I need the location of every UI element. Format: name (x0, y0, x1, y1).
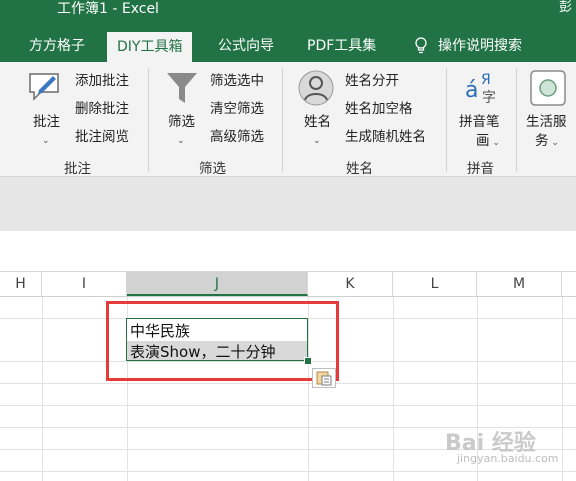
tell-me-search[interactable]: 操作说明搜索 (414, 30, 522, 62)
random-name-button[interactable]: 生成随机姓名 (345, 129, 426, 145)
ribbon: 批注 ⌄ 添加批注 删除批注 批注阅览 批注 筛选 ⌄ 筛选选中 清空筛选 高级… (0, 62, 576, 177)
lightbulb-icon (415, 37, 427, 54)
gridline (0, 383, 576, 384)
filter-button-label: 筛选 (168, 114, 195, 130)
group-divider (446, 68, 447, 172)
life-service-icon (530, 70, 566, 106)
group-label-pinyin: 拼音 (467, 161, 494, 177)
funnel-icon (167, 73, 197, 103)
name-add-space-button[interactable]: 姓名加空格 (345, 101, 413, 117)
pinyin-button-label: 拼音笔 (459, 114, 500, 130)
clear-filter-button[interactable]: 清空筛选 (210, 101, 264, 117)
formula-bar-area (0, 177, 576, 231)
chevron-down-icon: ⌄ (42, 136, 50, 146)
column-header-h[interactable]: H (0, 272, 42, 296)
delete-comment-button[interactable]: 删除批注 (75, 101, 129, 117)
group-label-name: 姓名 (346, 161, 373, 177)
filter-button[interactable]: 筛选 ⌄ (163, 70, 203, 150)
pinyin-icon: á Я 字 (465, 72, 496, 106)
pinyin-stroke-button[interactable]: á Я 字 拼音笔 画 ⌄ (456, 70, 510, 154)
window-title: 工作簿1 - Excel (57, 1, 159, 17)
person-icon (298, 70, 334, 106)
highlight-frame (106, 301, 339, 381)
paste-options-button[interactable] (312, 368, 336, 388)
gridline (0, 471, 576, 472)
gridline (42, 297, 43, 481)
tell-me-label: 操作说明搜索 (438, 38, 522, 54)
tab-fangfanggezi[interactable]: 方方格子 (29, 30, 85, 62)
add-comment-button[interactable]: 添加批注 (75, 73, 129, 89)
group-label-comment: 批注 (64, 161, 91, 177)
group-label-filter: 筛选 (199, 161, 226, 177)
filter-selected-button[interactable]: 筛选选中 (210, 73, 264, 89)
tab-formula-wizard[interactable]: 公式向导 (218, 30, 274, 62)
advanced-filter-button[interactable]: 高级筛选 (210, 129, 264, 145)
name-button-label: 姓名 (304, 114, 331, 130)
tab-diy-toolbox[interactable]: DIY工具箱 (107, 32, 193, 62)
view-comments-button[interactable]: 批注阅览 (75, 129, 129, 145)
life-service-label: 生活服 (526, 114, 567, 130)
column-header-l[interactable]: L (393, 272, 477, 296)
tab-pdf-tools[interactable]: PDF工具集 (307, 30, 376, 62)
column-headers: H I J K L M (0, 272, 576, 297)
pinyin-button-label-2: 画 ⌄ (476, 133, 500, 149)
split-name-button[interactable]: 姓名分开 (345, 73, 399, 89)
life-service-button[interactable]: 生活服 务 ⌄ (524, 70, 576, 154)
watermark-url: jingyan.baidu.com (457, 452, 559, 465)
column-header-i[interactable]: I (42, 272, 127, 296)
gridline (562, 297, 563, 481)
title-bar: 工作簿1 - Excel 彭 (0, 0, 576, 30)
comment-button-label: 批注 (33, 114, 60, 130)
group-divider (282, 68, 283, 172)
life-service-label-2: 务 ⌄ (535, 133, 559, 149)
column-header-m[interactable]: M (477, 272, 562, 296)
comment-icon (29, 73, 59, 101)
group-divider (516, 68, 517, 172)
name-box-row (0, 231, 576, 272)
column-header-k[interactable]: K (308, 272, 393, 296)
ribbon-tab-bar: 方方格子 DIY工具箱 公式向导 PDF工具集 操作说明搜索 (0, 30, 576, 62)
group-divider (148, 68, 149, 172)
comment-button[interactable]: 批注 ⌄ (25, 70, 65, 150)
name-button[interactable]: 姓名 ⌄ (298, 70, 338, 150)
gridline (0, 405, 576, 406)
gridline (393, 297, 394, 481)
paste-options-icon (316, 371, 332, 386)
user-account[interactable]: 彭 (559, 0, 572, 16)
column-header-j[interactable]: J (127, 272, 308, 296)
chevron-down-icon: ⌄ (177, 136, 185, 146)
chevron-down-icon: ⌄ (313, 136, 321, 146)
